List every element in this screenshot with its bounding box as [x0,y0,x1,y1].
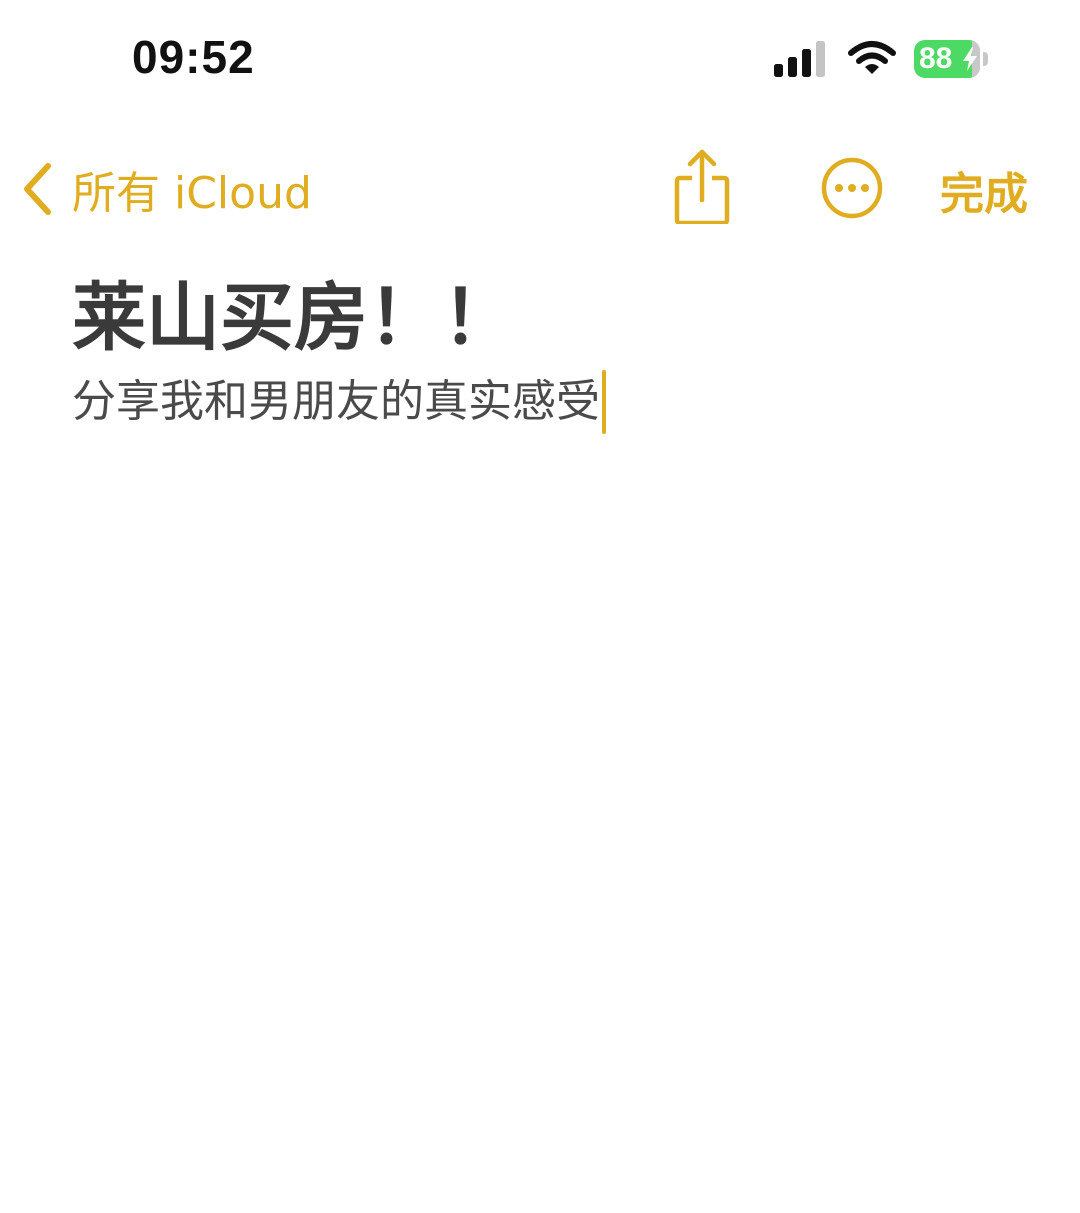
cellular-signal-icon [774,41,825,77]
status-bar: 09:52 88 [0,0,1080,120]
charging-bolt-icon [963,47,977,71]
wifi-icon [848,41,896,74]
back-button[interactable]: 所有 iCloud [20,154,312,224]
battery-body: 88 [914,40,980,78]
share-icon[interactable] [670,148,734,224]
done-button[interactable]: 完成 [940,158,1028,222]
back-label: 所有 iCloud [72,168,312,219]
note-body-line[interactable]: 分享我和男朋友的真实感受 [72,370,1032,434]
note-body-text: 分享我和男朋友的真实感受 [72,376,600,427]
note-editor[interactable]: 莱山买房！！ 分享我和男朋友的真实感受 [72,270,1032,434]
status-time: 09:52 [132,31,255,83]
battery-cap [983,52,988,66]
note-title[interactable]: 莱山买房！！ [72,270,1032,366]
text-cursor [602,370,606,434]
chevron-left-icon [24,163,51,215]
battery-icon: 88 [914,40,988,78]
navigation-bar: 所有 iCloud 完成 [0,140,1080,240]
ellipsis-circle-icon[interactable] [820,156,884,220]
battery-percent: 88 [919,42,953,75]
